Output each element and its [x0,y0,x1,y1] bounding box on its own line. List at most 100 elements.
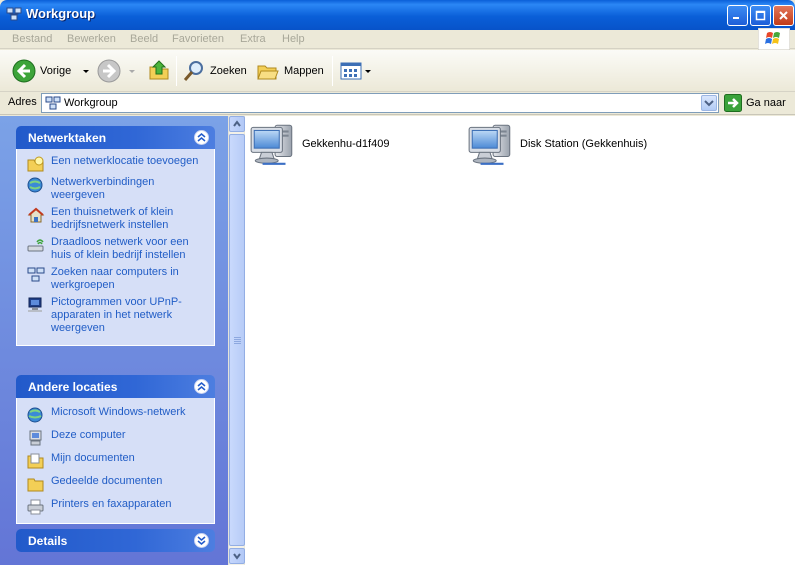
chevron-down-icon [83,70,90,73]
details-panel: Details [16,529,215,552]
task-label: Pictogrammen voor UPnP-apparaten in het … [51,296,182,334]
place-label: Deze computer [51,429,126,441]
place-label: Gedeelde documenten [51,475,163,487]
network-computer-item[interactable]: Gekkenhu-d1f409 [248,119,389,169]
address-label: Adres [8,96,37,108]
folder-up-icon [149,60,169,80]
expand-chevron-icon[interactable] [194,533,209,548]
views-icon [340,62,362,80]
back-label: Vorige [40,65,72,77]
my-computer-icon [29,430,42,446]
chevron-down-icon [365,70,371,73]
place-printers-faxes[interactable]: Printers en faxapparaten [27,498,208,515]
task-add-network-place[interactable]: Een netwerklocatie toevoegen [27,155,208,172]
task-pane: Netwerktaken Een netwerklocatie toevoege… [0,116,228,565]
menu-extra[interactable]: Extra [240,33,266,45]
chevron-up-icon [197,382,206,391]
shared-documents-icon [27,478,44,492]
close-button[interactable] [773,5,794,26]
menu-bar: Bestand Bewerken Beeld Favorieten Extra … [0,30,795,49]
folders-button[interactable]: Mappen [256,59,324,83]
chevron-up-icon [233,120,241,127]
title-bar[interactable]: Workgroup [0,0,795,30]
place-my-computer[interactable]: Deze computer [27,429,208,446]
forward-button[interactable] [97,59,137,83]
address-dropdown-button[interactable] [701,95,717,111]
place-my-documents[interactable]: Mijn documenten [27,452,208,469]
menu-help[interactable]: Help [282,33,305,45]
maximize-button[interactable] [750,5,771,26]
printers-faxes-icon [27,499,44,515]
task-label: Een thuisnetwerk of klein bedrijfsnetwer… [51,206,174,231]
place-windows-network[interactable]: Microsoft Windows-netwerk [27,406,208,423]
chevron-down-icon [197,536,206,545]
address-bar: Adres Workgroup Ga naar [0,92,795,115]
go-arrow-icon [724,94,742,112]
search-button[interactable]: Zoeken [182,59,247,83]
task-home-network[interactable]: Een thuisnetwerk of klein bedrijfsnetwer… [27,206,208,232]
go-button[interactable]: Ga naar [724,94,786,112]
add-network-place-icon [27,156,44,172]
windows-network-icon [27,407,43,423]
task-label: Zoeken naar computers in werkgroepen [51,266,179,291]
place-label: Mijn documenten [51,452,135,464]
networked-computer-icon [248,119,298,169]
scroll-thumb[interactable] [229,134,245,546]
minimize-button[interactable] [727,5,748,26]
windows-logo-icon [758,28,790,50]
task-search-workgroup-computers[interactable]: Zoeken naar computers in werkgroepen [27,266,208,292]
window-title: Workgroup [26,6,96,21]
other-places-panel: Andere locaties Microsoft Windows-netwer… [16,375,215,524]
network-tasks-header[interactable]: Netwerktaken [16,126,215,149]
forward-arrow-icon [97,59,121,83]
search-label: Zoeken [210,65,247,77]
menu-bestand[interactable]: Bestand [12,33,52,45]
workgroup-computers-icon [27,267,45,282]
task-label: Draadloos netwerk voor een huis of klein… [51,236,189,261]
search-icon [183,61,203,81]
back-button[interactable]: Vorige [12,59,91,83]
item-label: Gekkenhu-d1f409 [302,138,390,150]
scroll-down-button[interactable] [229,548,245,564]
other-places-header[interactable]: Andere locaties [16,375,215,398]
up-folder-button[interactable] [147,58,171,82]
menu-beeld[interactable]: Beeld [130,33,158,45]
chevron-down-icon [233,553,241,560]
chevron-down-icon [704,100,714,107]
task-label: Een netwerklocatie toevoegen [51,155,199,167]
chevron-up-icon [197,133,206,142]
other-places-title: Andere locaties [28,380,118,394]
folders-icon [257,65,279,80]
upnp-devices-icon [28,297,42,312]
address-value: Workgroup [64,97,118,109]
task-upnp-devices[interactable]: Pictogrammen voor UPnP-apparaten in het … [27,296,208,335]
network-connections-icon [27,177,43,193]
task-pane-scrollbar[interactable] [228,116,245,565]
network-computer-item[interactable]: Disk Station (Gekkenhuis) [466,119,647,169]
network-workgroup-icon [6,7,22,21]
address-input[interactable]: Workgroup [41,93,719,113]
place-shared-documents[interactable]: Gedeelde documenten [27,475,208,492]
collapse-chevron-icon[interactable] [194,130,209,145]
maximize-icon [755,10,766,21]
file-view: Gekkenhu-d1f409 Disk Station (Gekkenhuis… [245,116,795,565]
task-network-connections[interactable]: Netwerkverbindingen weergeven [27,176,208,202]
item-label: Disk Station (Gekkenhuis) [520,138,648,150]
task-wireless-network[interactable]: Draadloos netwerk voor een huis of klein… [27,236,208,262]
menu-bewerken[interactable]: Bewerken [67,33,116,45]
network-workgroup-icon [45,96,61,110]
scroll-up-button[interactable] [229,116,245,132]
place-label: Printers en faxapparaten [51,498,172,510]
network-tasks-panel: Netwerktaken Een netwerklocatie toevoege… [16,126,215,346]
minimize-icon [733,17,739,19]
details-title: Details [28,534,68,548]
menu-favorieten[interactable]: Favorieten [172,33,224,45]
close-icon [779,11,788,20]
back-arrow-icon [12,59,36,83]
place-label: Microsoft Windows-netwerk [51,406,186,418]
collapse-chevron-icon[interactable] [194,379,209,394]
views-button[interactable] [339,59,372,83]
wireless-network-icon [27,239,44,252]
chevron-down-icon [129,70,135,73]
details-header[interactable]: Details [16,529,215,552]
